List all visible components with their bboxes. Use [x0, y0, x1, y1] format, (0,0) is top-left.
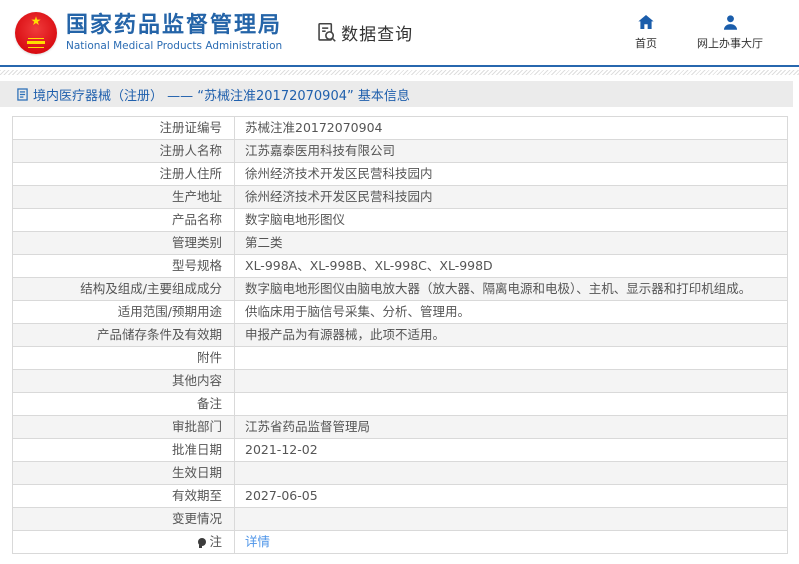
row-value [234, 461, 788, 485]
row-value: 2027-06-05 [234, 484, 788, 508]
data-query-label: 数据查询 [341, 25, 414, 45]
table-row: 产品储存条件及有效期 申报产品为有源器械，此项不适用。 [12, 323, 788, 347]
table-row: 注册人住所 徐州经济技术开发区民营科技园内 [12, 162, 788, 186]
national-emblem-logo: ★ [15, 11, 57, 54]
details-link[interactable]: 详情 [245, 534, 270, 549]
table-row: 其他内容 [12, 369, 788, 393]
row-label: 批准日期 [12, 438, 235, 462]
nav-home-label: 首页 [635, 36, 657, 50]
user-icon [723, 14, 738, 30]
row-value: 江苏嘉泰医用科技有限公司 [234, 139, 788, 163]
nav-home[interactable]: 首页 [635, 15, 657, 51]
table-row: 有效期至 2027-06-05 [12, 484, 788, 508]
table-row: 管理类别 第二类 [12, 231, 788, 255]
home-icon [638, 15, 654, 30]
row-label: 结构及组成/主要组成成分 [12, 277, 235, 301]
table-row: 批准日期 2021-12-02 [12, 438, 788, 462]
table-row: 生产地址 徐州经济技术开发区民营科技园内 [12, 185, 788, 209]
table-row: 注 详情 [12, 530, 788, 554]
site-subtitle: National Medical Products Administration [66, 39, 283, 52]
table-row: 变更情况 [12, 507, 788, 531]
row-value: XL-998A、XL-998B、XL-998C、XL-998D [234, 254, 788, 278]
row-label: 审批部门 [12, 415, 235, 439]
row-value: 详情 [234, 530, 788, 554]
row-label: 注册证编号 [12, 116, 235, 140]
row-value: 苏械注准20172070904 [234, 116, 788, 140]
row-label: 生产地址 [12, 185, 235, 209]
breadcrumb: 境内医疗器械（注册） —— “苏械注准20172070904” 基本信息 [0, 81, 793, 107]
document-search-icon [316, 22, 337, 43]
table-row: 生效日期 [12, 461, 788, 485]
row-label: 注册人住所 [12, 162, 235, 186]
row-label: 变更情况 [12, 507, 235, 531]
row-label: 型号规格 [12, 254, 235, 278]
table-row: 适用范围/预期用途 供临床用于脑信号采集、分析、管理用。 [12, 300, 788, 324]
row-label: 注册人名称 [12, 139, 235, 163]
table-row: 备注 [12, 392, 788, 416]
table-row: 型号规格 XL-998A、XL-998B、XL-998C、XL-998D [12, 254, 788, 278]
breadcrumb-text: 境内医疗器械（注册） —— “苏械注准20172070904” 基本信息 [33, 88, 410, 104]
row-label: 适用范围/预期用途 [12, 300, 235, 324]
table-row: 产品名称 数字脑电地形图仪 [12, 208, 788, 232]
row-label: 生效日期 [12, 461, 235, 485]
row-value: 江苏省药品监督管理局 [234, 415, 788, 439]
info-table-body: 注册证编号 苏械注准20172070904 注册人名称 江苏嘉泰医用科技有限公司… [12, 116, 788, 554]
row-value: 2021-12-02 [234, 438, 788, 462]
emblem-star-icon: ★ [30, 13, 42, 28]
row-value: 数字脑电地形图仪由脑电放大器（放大器、隔离电源和电极）、主机、显示器和打印机组成… [234, 277, 788, 301]
row-value: 徐州经济技术开发区民营科技园内 [234, 162, 788, 186]
row-label: 注 [12, 530, 235, 554]
emblem-gate-icon [27, 40, 45, 44]
row-label: 其他内容 [12, 369, 235, 393]
file-icon [17, 87, 28, 101]
nav-service-hall[interactable]: 网上办事大厅 [697, 14, 763, 51]
row-value [234, 346, 788, 370]
row-label: 有效期至 [12, 484, 235, 508]
row-value: 申报产品为有源器械，此项不适用。 [234, 323, 788, 347]
row-label: 备注 [12, 392, 235, 416]
registration-info-panel: 注册证编号 苏械注准20172070904 注册人名称 江苏嘉泰医用科技有限公司… [12, 116, 788, 554]
nav-service-hall-label: 网上办事大厅 [697, 36, 763, 50]
site-title: 国家药品监督管理局 [66, 13, 283, 39]
registration-info-table: 注册证编号 苏械注准20172070904 注册人名称 江苏嘉泰医用科技有限公司… [12, 116, 788, 554]
hatched-divider [0, 70, 799, 75]
row-label: 产品名称 [12, 208, 235, 232]
row-label: 管理类别 [12, 231, 235, 255]
row-value [234, 369, 788, 393]
data-query-section[interactable]: 数据查询 [316, 20, 413, 45]
brand-block: 国家药品监督管理局 National Medical Products Admi… [66, 13, 282, 51]
row-label: 产品储存条件及有效期 [12, 323, 235, 347]
row-value [234, 507, 788, 531]
header: ★ 国家药品监督管理局 National Medical Products Ad… [0, 0, 799, 67]
row-value [234, 392, 788, 416]
row-value: 数字脑电地形图仪 [234, 208, 788, 232]
table-row: 注册人名称 江苏嘉泰医用科技有限公司 [12, 139, 788, 163]
table-row: 审批部门 江苏省药品监督管理局 [12, 415, 788, 439]
row-value: 第二类 [234, 231, 788, 255]
table-row: 注册证编号 苏械注准20172070904 [12, 116, 788, 140]
row-value: 供临床用于脑信号采集、分析、管理用。 [234, 300, 788, 324]
table-row: 附件 [12, 346, 788, 370]
table-row: 结构及组成/主要组成成分 数字脑电地形图仪由脑电放大器（放大器、隔离电源和电极）… [12, 277, 788, 301]
row-value: 徐州经济技术开发区民营科技园内 [234, 185, 788, 209]
row-label: 附件 [12, 346, 235, 370]
bulb-icon [198, 538, 207, 548]
